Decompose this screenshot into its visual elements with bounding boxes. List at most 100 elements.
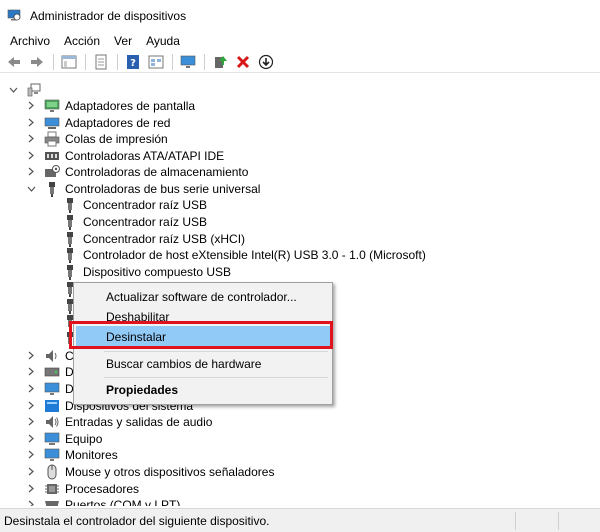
tree-device[interactable]: Concentrador raíz USB xyxy=(62,213,207,230)
menu-item-properties[interactable]: Propiedades xyxy=(76,379,330,401)
tree-category-label: Monitores xyxy=(65,447,118,462)
expand-chevron-icon[interactable] xyxy=(26,467,36,477)
tree-category[interactable]: Entradas y salidas de audio xyxy=(26,413,212,430)
usb-icon xyxy=(62,231,78,247)
tree-category[interactable]: Mouse y otros dispositivos señaladores xyxy=(26,463,274,480)
collapse-chevron-icon[interactable] xyxy=(26,184,36,194)
disk-icon xyxy=(44,364,60,380)
tree-device[interactable]: Concentrador raíz USB xyxy=(62,196,207,213)
tree-device-label: Concentrador raíz USB (xHCI) xyxy=(83,231,246,246)
port-icon xyxy=(44,497,60,506)
tree-category[interactable]: Puertos (COM y LPT) xyxy=(26,496,180,506)
disable-icon[interactable] xyxy=(257,53,275,71)
toolbar-separator xyxy=(53,54,54,70)
expand-chevron-icon[interactable] xyxy=(26,167,36,177)
properties-icon[interactable] xyxy=(92,53,110,71)
speaker-icon xyxy=(44,348,60,364)
computer-icon xyxy=(26,82,42,98)
tree-device[interactable]: Concentrador raíz USB (xHCI) xyxy=(62,230,245,247)
uninstall-icon[interactable] xyxy=(234,53,252,71)
highlight-annotation-box xyxy=(69,321,333,349)
tree-category-label: Controladoras de almacenamiento xyxy=(65,164,249,179)
expand-chevron-icon[interactable] xyxy=(26,101,36,111)
menu-separator xyxy=(104,351,328,352)
collapse-chevron-icon[interactable] xyxy=(8,85,18,95)
expand-chevron-icon[interactable] xyxy=(26,450,36,460)
expand-chevron-icon[interactable] xyxy=(26,367,36,377)
tree-category-label: Adaptadores de pantalla xyxy=(65,98,196,113)
expand-chevron-icon[interactable] xyxy=(26,401,36,411)
toolbar-separator xyxy=(204,54,205,70)
storage-controller-icon xyxy=(44,164,60,180)
tree-category[interactable]: Procesadores xyxy=(26,480,139,497)
usb-icon xyxy=(62,247,78,263)
usb-icon xyxy=(62,197,78,213)
tree-category-label: Colas de impresión xyxy=(65,131,168,146)
tree-root[interactable] xyxy=(8,81,47,98)
view-icon[interactable] xyxy=(147,53,165,71)
tree-category-label: Procesadores xyxy=(65,481,140,496)
back-icon[interactable] xyxy=(5,53,23,71)
expand-chevron-icon[interactable] xyxy=(26,351,36,361)
system-device-icon xyxy=(44,398,60,414)
expand-chevron-icon[interactable] xyxy=(26,134,36,144)
monitor-icon[interactable] xyxy=(179,53,197,71)
title-bar: Administrador de dispositivos xyxy=(0,0,600,31)
status-divider xyxy=(515,512,516,530)
expand-chevron-icon[interactable] xyxy=(26,151,36,161)
tree-category[interactable]: Controladoras de almacenamiento xyxy=(26,163,248,180)
window-title: Administrador de dispositivos xyxy=(30,9,187,23)
menu-archivo[interactable]: Archivo xyxy=(0,31,56,51)
ide-controller-icon xyxy=(44,148,60,164)
help-icon[interactable]: ? xyxy=(124,53,142,71)
tree-category-label: Entradas y salidas de audio xyxy=(65,414,213,429)
svg-text:?: ? xyxy=(130,58,136,69)
menu-item-scan-hardware[interactable]: Buscar cambios de hardware xyxy=(76,353,330,375)
usb-icon xyxy=(62,214,78,230)
tree-category-expanded[interactable]: Controladoras de bus serie universal xyxy=(26,180,260,197)
monitor-icon xyxy=(44,381,60,397)
tree-device[interactable]: Controlador de host eXtensible Intel(R) … xyxy=(62,246,426,263)
tree-category[interactable]: Adaptadores de pantalla xyxy=(26,97,195,114)
menu-accion[interactable]: Acción xyxy=(56,31,106,51)
mouse-icon xyxy=(44,464,60,480)
tree-device-label: Concentrador raíz USB xyxy=(83,197,208,212)
toolbar-separator xyxy=(85,54,86,70)
expand-chevron-icon[interactable] xyxy=(26,417,36,427)
status-bar: Desinstala el controlador del siguiente … xyxy=(0,508,600,532)
tree-category[interactable]: Colas de impresión xyxy=(26,130,168,147)
tree-category-label: Equipo xyxy=(65,431,103,446)
network-adapter-icon xyxy=(44,115,60,131)
menu-item-update-driver[interactable]: Actualizar software de controlador... xyxy=(76,286,330,308)
tree-device-label: Concentrador raíz USB xyxy=(83,214,208,229)
monitor-icon xyxy=(44,447,60,463)
menu-ayuda[interactable]: Ayuda xyxy=(138,31,186,51)
tree-category[interactable]: Equipo xyxy=(26,430,102,447)
tree-category[interactable]: Monitores xyxy=(26,446,118,463)
usb-icon xyxy=(62,264,78,280)
menu-ver[interactable]: Ver xyxy=(106,31,138,51)
computer-icon xyxy=(44,431,60,447)
tree-category-label: Controladoras de bus serie universal xyxy=(65,181,261,196)
tree-category-label: Controladoras ATA/ATAPI IDE xyxy=(65,148,225,163)
tree-category-label: Puertos (COM y LPT) xyxy=(65,497,181,507)
expand-chevron-icon[interactable] xyxy=(26,500,36,506)
toolbar: ? xyxy=(0,52,600,73)
audio-icon xyxy=(44,414,60,430)
tree-category[interactable]: Controladoras ATA/ATAPI IDE xyxy=(26,147,224,164)
forward-icon[interactable] xyxy=(28,53,46,71)
tree-category-label: Adaptadores de red xyxy=(65,115,171,130)
expand-chevron-icon[interactable] xyxy=(26,118,36,128)
show-hide-tree-icon[interactable] xyxy=(60,53,78,71)
status-text: Desinstala el controlador del siguiente … xyxy=(4,514,270,528)
expand-chevron-icon[interactable] xyxy=(26,484,36,494)
tree-category[interactable]: Adaptadores de red xyxy=(26,114,170,131)
display-adapter-icon xyxy=(44,98,60,114)
toolbar-separator xyxy=(172,54,173,70)
menu-bar: Archivo Acción Ver Ayuda xyxy=(0,31,600,51)
expand-chevron-icon[interactable] xyxy=(26,434,36,444)
menu-separator xyxy=(104,377,328,378)
tree-device[interactable]: Dispositivo compuesto USB xyxy=(62,263,231,280)
expand-chevron-icon[interactable] xyxy=(26,384,36,394)
update-driver-icon[interactable] xyxy=(211,53,229,71)
